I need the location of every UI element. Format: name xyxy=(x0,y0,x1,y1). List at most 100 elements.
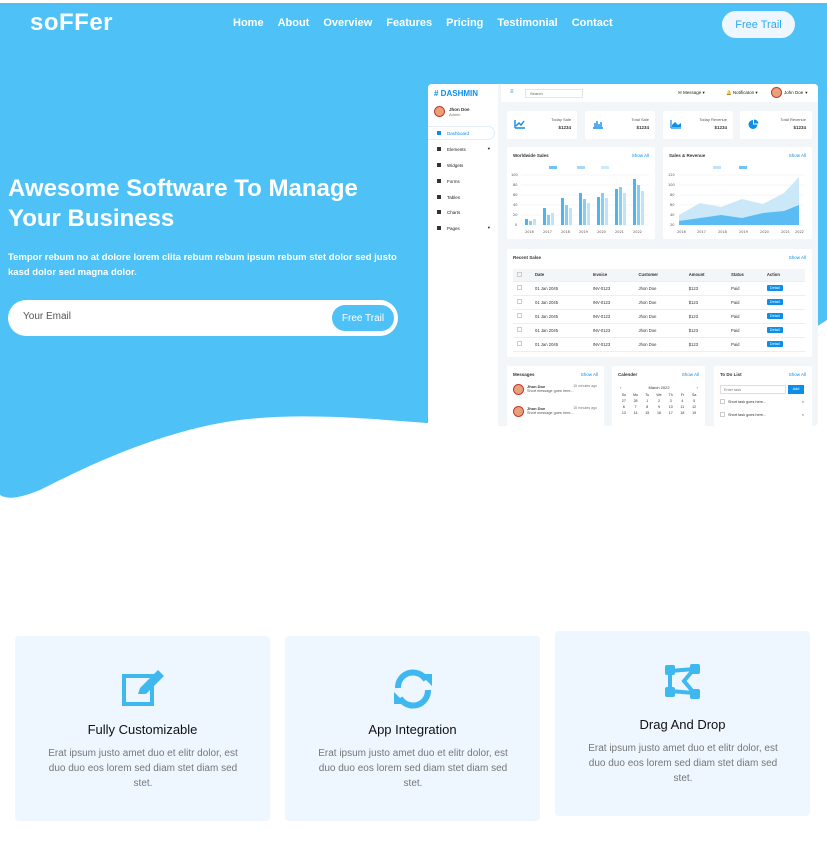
stat-value: $1234 xyxy=(636,125,649,130)
menu-icon[interactable]: ≡ xyxy=(510,89,514,95)
close-icon[interactable]: × xyxy=(802,400,804,404)
calendar-day[interactable]: 2 xyxy=(653,399,665,403)
keyboard-icon xyxy=(437,179,441,183)
nav-overview[interactable]: Overview xyxy=(323,17,372,29)
sales-revenue-card: Sales & Revenue Show All 2016 2017 2018 201… xyxy=(663,147,812,239)
svg-text:80: 80 xyxy=(670,193,674,197)
detail-button[interactable]: Detail xyxy=(766,327,783,333)
notification-menu[interactable]: 🔔 Notificaton ▾ xyxy=(726,90,758,96)
column-header: Customer xyxy=(634,269,685,282)
calendar-day[interactable]: 3 xyxy=(665,399,677,403)
navbar: soFFer Home About Overview Features Pric… xyxy=(0,3,827,45)
svg-text:20: 20 xyxy=(670,223,674,227)
message-time: 15 minutes ago xyxy=(573,384,597,388)
calendar-day[interactable]: 5 xyxy=(688,399,700,403)
sidebar-item-charts[interactable]: Charts xyxy=(428,206,494,218)
message-item[interactable]: Jhon Doe 15 minutes ago Short message goe… xyxy=(513,384,597,395)
email-input[interactable]: Your Email xyxy=(23,311,71,322)
cell-invoice: INV-0123 xyxy=(588,337,635,352)
weekday: Sa xyxy=(691,393,697,397)
calendar-day[interactable]: 6 xyxy=(618,405,630,409)
show-all-link[interactable]: Show All xyxy=(632,153,649,158)
checkbox[interactable] xyxy=(517,341,522,346)
user-menu[interactable]: John Doe ▾ xyxy=(771,87,808,98)
nav-about[interactable]: About xyxy=(278,17,310,29)
chevron-right-icon[interactable]: › xyxy=(697,385,698,390)
calendar-day[interactable]: 15 xyxy=(641,411,653,415)
calendar-day[interactable]: 17 xyxy=(665,411,677,415)
hero-title: Awesome Software To Manage Your Business xyxy=(8,175,358,232)
free-trail-submit-button[interactable]: Free Trail xyxy=(332,305,394,331)
sidebar-item-tables[interactable]: Tables xyxy=(428,191,494,203)
todo-add-button[interactable]: Add xyxy=(788,385,804,394)
chevron-left-icon[interactable]: ‹ xyxy=(620,385,621,390)
weekday: Th xyxy=(668,393,673,397)
column-header: Status xyxy=(727,269,763,282)
sales-revenue-chart: 2016 2017 2018 2019 2020 2021 2022 120 100 80 60 4… xyxy=(668,166,805,234)
checkbox[interactable] xyxy=(517,313,522,318)
table-row: 01 Jan 2045 INV-0123 Jhon Doe $123 Paid Detai… xyxy=(513,323,805,338)
laptop-icon xyxy=(437,147,441,151)
detail-button[interactable]: Detail xyxy=(766,313,783,319)
calendar-day[interactable]: 27 xyxy=(618,399,630,403)
close-icon[interactable]: × xyxy=(802,413,804,417)
weekday: We xyxy=(656,393,662,397)
show-all-link[interactable]: Show All xyxy=(789,255,806,260)
detail-button[interactable]: Detail xyxy=(766,299,783,305)
nav-features[interactable]: Features xyxy=(386,17,432,29)
message-item[interactable]: Jhon Doe 15 minutes ago Short message goe… xyxy=(513,406,597,417)
calendar-day[interactable]: 10 xyxy=(665,405,677,409)
calendar-day[interactable]: 13 xyxy=(618,411,630,415)
calendar-day[interactable]: 16 xyxy=(653,411,665,415)
dashboard-logo: # DASHMIN xyxy=(434,89,479,98)
sidebar-item-dashboard[interactable]: Dashboard xyxy=(428,127,494,139)
calendar-day[interactable]: 4 xyxy=(677,399,689,403)
todo-item[interactable]: Short task goes here... × xyxy=(720,399,804,404)
weekday: Su xyxy=(621,393,627,397)
dashboard-search-input[interactable]: Search xyxy=(525,89,583,98)
checkbox[interactable] xyxy=(517,285,522,290)
detail-button[interactable]: Detail xyxy=(766,285,783,291)
checkbox[interactable] xyxy=(517,299,522,304)
todo-item[interactable]: Short task goes here... × xyxy=(720,412,804,417)
stat-value: $1234 xyxy=(793,125,806,130)
todo-input[interactable]: Enter task xyxy=(720,385,786,394)
sidebar-item-widgets[interactable]: Widgets xyxy=(428,159,494,171)
checkbox[interactable] xyxy=(517,327,522,332)
calendar-day[interactable]: 14 xyxy=(630,411,642,415)
sidebar-item-elements[interactable]: Elements ▾ xyxy=(428,143,494,155)
message-menu[interactable]: ✉ Message ▾ xyxy=(678,90,705,96)
detail-button[interactable]: Detail xyxy=(766,341,783,347)
nav-home[interactable]: Home xyxy=(233,17,264,29)
show-all-link[interactable]: Show All xyxy=(789,153,806,158)
cell-invoice: INV-0123 xyxy=(588,281,635,296)
sidebar-item-forms[interactable]: Forms xyxy=(428,175,494,187)
svg-text:2022: 2022 xyxy=(633,230,642,234)
calendar-day[interactable]: 8 xyxy=(641,405,653,409)
calendar-day[interactable]: 11 xyxy=(677,405,689,409)
sidebar-item-pages[interactable]: Pages ▾ xyxy=(428,222,494,234)
edit-icon xyxy=(122,670,164,706)
calendar-day[interactable]: 12 xyxy=(688,405,700,409)
brand-logo[interactable]: soFFer xyxy=(30,9,113,37)
checkbox[interactable] xyxy=(720,412,725,417)
show-all-link[interactable]: Show All xyxy=(581,372,598,377)
show-all-link[interactable]: Show All xyxy=(789,372,806,377)
checkbox[interactable] xyxy=(517,271,522,277)
show-all-link[interactable]: Show All xyxy=(682,372,699,377)
stat-label: Total Revenue xyxy=(780,117,806,122)
calendar-day[interactable]: 28 xyxy=(630,399,642,403)
nav-pricing[interactable]: Pricing xyxy=(446,17,483,29)
svg-text:2017: 2017 xyxy=(543,230,552,234)
calendar-day[interactable]: 1 xyxy=(641,399,653,403)
calendar-day[interactable]: 19 xyxy=(688,411,700,415)
sync-icon xyxy=(394,669,432,709)
calendar-day[interactable]: 18 xyxy=(677,411,689,415)
stat-value: $1234 xyxy=(714,125,727,130)
nav-contact[interactable]: Contact xyxy=(572,17,613,29)
nav-testimonial[interactable]: Testimonial xyxy=(497,17,557,29)
calendar-day[interactable]: 7 xyxy=(630,405,642,409)
calendar-day[interactable]: 9 xyxy=(653,405,665,409)
free-trail-nav-button[interactable]: Free Trail xyxy=(722,11,795,38)
checkbox[interactable] xyxy=(720,399,725,404)
